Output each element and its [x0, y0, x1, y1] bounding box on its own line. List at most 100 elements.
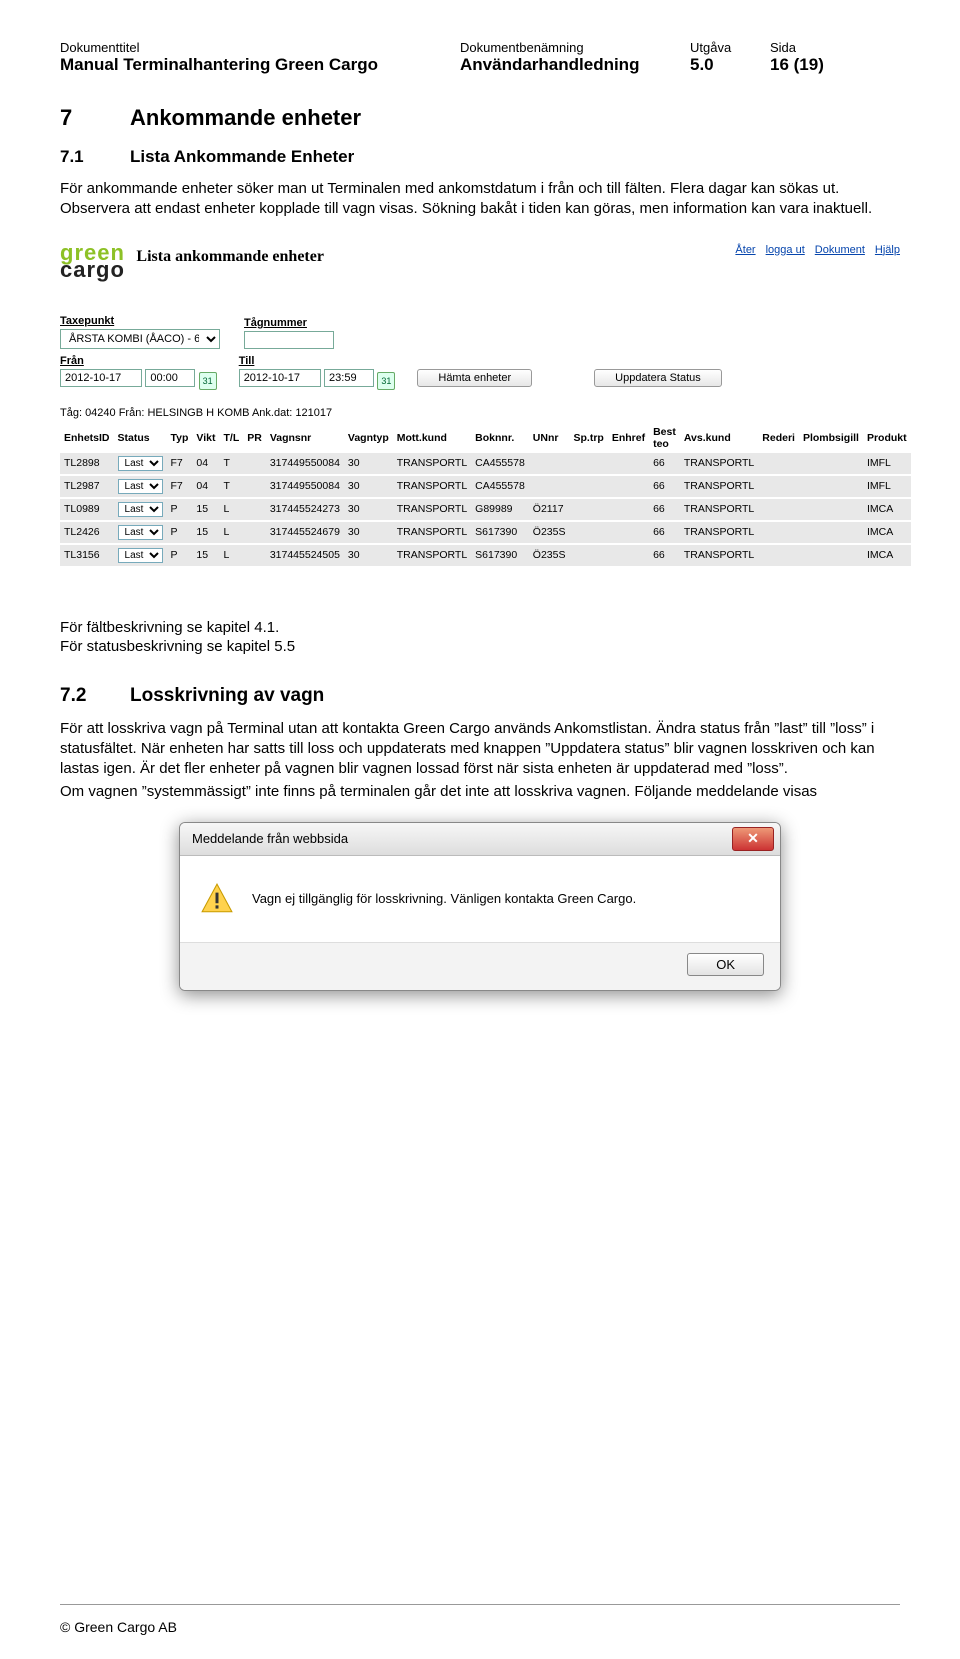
table-cell: 30 — [344, 545, 393, 566]
table-cell: IMFL — [863, 453, 911, 474]
table-cell: IMCA — [863, 499, 911, 520]
table-cell: T — [219, 453, 243, 474]
table-cell — [758, 499, 799, 520]
to-date-input[interactable] — [239, 369, 321, 387]
link-help[interactable]: Hjälp — [875, 244, 900, 256]
taxepunkt-label: Taxepunkt — [60, 315, 220, 327]
status-select[interactable]: Last — [118, 479, 163, 494]
table-cell: 15 — [192, 545, 219, 566]
col-header: Best teo — [649, 423, 680, 453]
col-header: Avs.kund — [680, 423, 758, 453]
from-time-input[interactable] — [145, 369, 195, 387]
col-header: Produkt — [863, 423, 911, 453]
section-7-1-body: För ankommande enheter söker man ut Term… — [60, 179, 900, 220]
section-7-2-num: 7.2 — [60, 685, 130, 707]
table-cell: TRANSPORTL — [393, 522, 471, 543]
table-cell — [608, 499, 649, 520]
table-cell: L — [219, 499, 243, 520]
table-cell: T — [219, 476, 243, 497]
table-cell: TRANSPORTL — [680, 499, 758, 520]
table-cell — [569, 476, 607, 497]
table-cell: 317449550084 — [266, 476, 344, 497]
col-header: Typ — [167, 423, 193, 453]
footer-divider — [60, 1604, 900, 1605]
table-cell — [608, 453, 649, 474]
table-cell: TRANSPORTL — [680, 522, 758, 543]
col-header: Plombsigill — [799, 423, 863, 453]
link-docs[interactable]: Dokument — [815, 244, 865, 256]
table-cell: 66 — [649, 545, 680, 566]
status-select[interactable]: Last — [118, 456, 163, 471]
calendar-icon[interactable]: 31 — [377, 372, 395, 390]
table-cell — [799, 453, 863, 474]
table-cell — [529, 453, 570, 474]
close-icon[interactable]: ✕ — [732, 827, 774, 851]
table-cell: Ö235S — [529, 545, 570, 566]
link-logout[interactable]: logga ut — [766, 244, 805, 256]
table-cell: CA455578 — [471, 476, 529, 497]
table-cell — [608, 522, 649, 543]
table-cell — [799, 499, 863, 520]
table-cell[interactable]: Last — [114, 499, 167, 520]
table-cell — [243, 522, 266, 543]
table-row: TL2987LastF704T31744955008430TRANSPORTLC… — [60, 476, 911, 497]
table-cell: S617390 — [471, 545, 529, 566]
ok-button[interactable]: OK — [687, 953, 764, 976]
app-links: Åter logga ut Dokument Hjälp — [735, 244, 900, 256]
taxepunkt-select[interactable]: ÅRSTA KOMBI (ÅACO) - 66 — [60, 329, 220, 349]
table-cell: TL2426 — [60, 522, 114, 543]
table-cell[interactable]: Last — [114, 453, 167, 474]
table-cell: S617390 — [471, 522, 529, 543]
table-cell: IMFL — [863, 476, 911, 497]
table-cell: F7 — [167, 453, 193, 474]
header-values: Manual Terminalhantering Green Cargo Anv… — [60, 55, 900, 75]
section-7-1-heading: 7.1Lista Ankommande Enheter — [60, 147, 900, 167]
after-app-line2: För statusbeskrivning se kapitel 5.5 — [60, 638, 900, 655]
tagnr-label: Tågnummer — [244, 317, 334, 329]
fetch-units-button[interactable]: Hämta enheter — [417, 369, 532, 387]
status-select[interactable]: Last — [118, 548, 163, 563]
section-7-2-body2: Om vagnen ”systemmässigt” inte finns på … — [60, 782, 900, 802]
hdr-page: 16 (19) — [770, 55, 850, 75]
table-row: TL0989LastP15L31744552427330TRANSPORTLG8… — [60, 499, 911, 520]
section-7-2-body: För att losskriva vagn på Terminal utan … — [60, 719, 900, 780]
table-cell — [569, 522, 607, 543]
update-status-button[interactable]: Uppdatera Status — [594, 369, 722, 387]
table-cell: TRANSPORTL — [680, 453, 758, 474]
to-time-input[interactable] — [324, 369, 374, 387]
from-label: Från — [60, 355, 217, 367]
hdr-page-label: Sida — [770, 40, 850, 55]
tagnr-input[interactable] — [244, 331, 334, 349]
status-select[interactable]: Last — [118, 502, 163, 517]
table-cell: 317449550084 — [266, 453, 344, 474]
result-crumb: Tåg: 04240 Från: HELSINGB H KOMB Ank.dat… — [60, 407, 900, 419]
status-select[interactable]: Last — [118, 525, 163, 540]
table-cell: TRANSPORTL — [393, 545, 471, 566]
table-cell: IMCA — [863, 522, 911, 543]
app-title: Lista ankommande enheter — [136, 248, 324, 266]
table-cell — [608, 476, 649, 497]
table-cell — [243, 476, 266, 497]
table-cell: 30 — [344, 453, 393, 474]
hdr-doc-name: Användarhandledning — [460, 55, 690, 75]
from-date-input[interactable] — [60, 369, 142, 387]
table-cell[interactable]: Last — [114, 545, 167, 566]
link-back[interactable]: Åter — [735, 244, 755, 256]
table-cell: L — [219, 522, 243, 543]
dialog-message: Vagn ej tillgänglig för losskrivning. Vä… — [252, 891, 636, 906]
table-cell[interactable]: Last — [114, 476, 167, 497]
calendar-icon[interactable]: 31 — [199, 372, 217, 390]
table-row: TL3156LastP15L31744552450530TRANSPORTLS6… — [60, 545, 911, 566]
table-cell: P — [167, 545, 193, 566]
section-7-num: 7 — [60, 105, 130, 131]
section-7-1-num: 7.1 — [60, 147, 130, 167]
table-cell[interactable]: Last — [114, 522, 167, 543]
table-row: TL2898LastF704T31744955008430TRANSPORTLC… — [60, 453, 911, 474]
table-cell: P — [167, 522, 193, 543]
col-header: Enhref — [608, 423, 649, 453]
table-cell: 30 — [344, 499, 393, 520]
table-cell: IMCA — [863, 545, 911, 566]
table-cell: 30 — [344, 522, 393, 543]
table-cell — [529, 476, 570, 497]
after-app-line1: För fältbeskrivning se kapitel 4.1. — [60, 618, 900, 638]
